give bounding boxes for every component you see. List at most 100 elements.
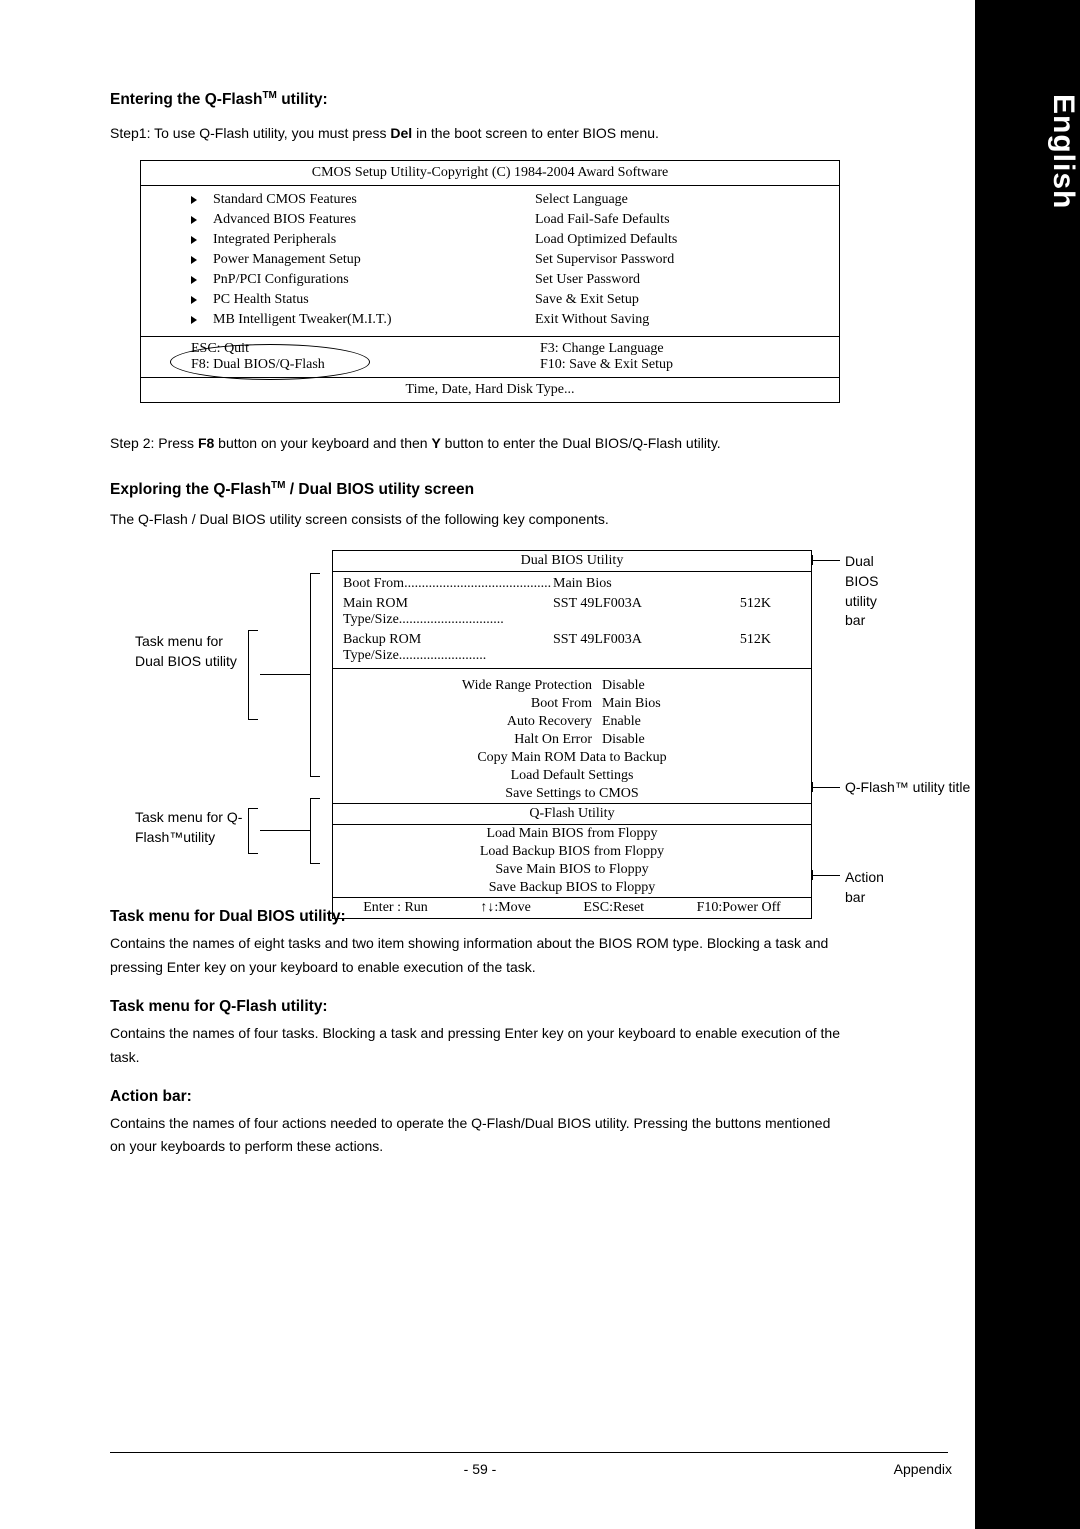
callout-action-bar: Action bar [845,868,884,907]
bios-title: CMOS Setup Utility-Copyright (C) 1984-20… [141,161,839,185]
opt-val: Main Bios [602,696,712,712]
info-value: SST 49LF003A [553,632,711,664]
appendix-label: Appendix [894,1461,952,1477]
qflash-item[interactable]: Load Backup BIOS from Floppy [333,843,811,861]
opt-val: Disable [602,678,712,694]
opt-val: Enable [602,714,712,730]
step1-prefix: Step1: To use Q-Flash utility, you must … [110,125,390,141]
sec3-head: Action bar: [110,1088,840,1106]
step2-suffix: button to enter the Dual BIOS/Q-Flash ut… [441,435,721,451]
bracket-small [248,808,258,854]
bios-right-item[interactable]: Load Fail-Safe Defaults [535,210,819,230]
opt-key[interactable]: Auto Recovery [432,714,602,730]
step1-text: Step1: To use Q-Flash utility, you must … [110,123,840,144]
connector-tick [812,555,813,565]
info-size: 512K [711,632,771,664]
step2-mid: button on your keyboard and then [214,435,431,451]
side-language-strip [975,0,1080,1529]
bios-hint: F3: Change Language [540,341,819,357]
sec3-body: Contains the names of four actions neede… [110,1112,840,1160]
connector-line [812,787,840,788]
utility-diagram: Dual BIOS Utility Boot From.............… [100,550,840,890]
bios-left-item[interactable]: Advanced BIOS Features [213,212,356,227]
opt-key[interactable]: Wide Range Protection [432,678,602,694]
bios-left-item[interactable]: MB Intelligent Tweaker(M.I.T.) [213,312,392,327]
exploring-desc: The Q-Flash / Dual BIOS utility screen c… [110,509,840,530]
heading-exploring-suffix: / Dual BIOS utility screen [286,481,475,498]
bracket [310,798,320,864]
bios-footer: Time, Date, Hard Disk Type... [141,378,839,402]
qflash-title: Q-Flash Utility [333,804,811,824]
bios-left-item[interactable]: PnP/PCI Configurations [213,272,349,287]
callout-qtitle-bar: Q-Flash™ utility title bar [845,778,1005,798]
callout-dual-bar: Dual BIOS utility bar [845,552,878,630]
cmd-item[interactable]: Save Settings to CMOS [333,785,811,803]
cmd-item[interactable]: Load Default Settings [333,767,811,785]
tm-sup: TM [262,90,276,101]
dual-bios-title: Dual BIOS Utility [333,551,811,571]
highlight-oval [170,344,370,380]
qflash-item[interactable]: Save Backup BIOS to Floppy [333,879,811,897]
opt-key[interactable]: Halt On Error [432,732,602,748]
connector-tick [812,870,813,880]
step2-key1: F8 [198,435,214,451]
sec1-body: Contains the names of eight tasks and tw… [110,932,840,980]
qflash-item[interactable]: Save Main BIOS to Floppy [333,861,811,879]
language-label: English [975,94,1080,209]
tm-sup: TM [271,480,285,491]
bios-right-item[interactable]: Exit Without Saving [535,310,819,330]
triangle-icon [191,196,197,204]
cmd-item[interactable]: Copy Main ROM Data to Backup [333,749,811,767]
callout-dual-menu: Task menu for Dual BIOS utility [135,632,245,671]
connector-line [260,674,310,675]
bios-left-item[interactable]: PC Health Status [213,292,309,307]
footer-rule [110,1452,948,1453]
connector-line [812,560,840,561]
bracket-small [248,630,258,720]
bios-hint: F10: Save & Exit Setup [540,357,819,373]
triangle-icon [191,256,197,264]
action-item: ESC:Reset [583,900,644,916]
connector-line [260,830,310,831]
connector-line [812,875,840,876]
triangle-icon [191,276,197,284]
heading-entering: Entering the Q-FlashTM utility: [110,90,840,109]
step1-key: Del [390,125,412,141]
action-item: F10:Power Off [697,900,781,916]
info-label: Boot From [343,576,404,591]
heading-exploring: Exploring the Q-FlashTM / Dual BIOS util… [110,480,840,499]
info-value: SST 49LF003A [553,596,711,628]
step2-text: Step 2: Press F8 button on your keyboard… [110,433,840,454]
bios-right-item[interactable]: Save & Exit Setup [535,290,819,310]
info-label: Backup ROM Type/Size [343,632,421,663]
info-label: Main ROM Type/Size [343,596,408,627]
triangle-icon [191,216,197,224]
bios-left-col: Standard CMOS Features Advanced BIOS Fea… [141,190,495,330]
step2-key2: Y [431,435,440,451]
bios-right-item[interactable]: Select Language [535,190,819,210]
heading-entering-text: Entering the Q-Flash [110,91,262,108]
bios-right-item[interactable]: Load Optimized Defaults [535,230,819,250]
bios-left-item[interactable]: Power Management Setup [213,252,361,267]
opt-val: Disable [602,732,712,748]
info-size: 512K [711,596,771,628]
qflash-item[interactable]: Load Main BIOS from Floppy [333,825,811,843]
bios-right-col: Select Language Load Fail-Safe Defaults … [495,190,839,330]
action-bar-row: Enter : Run ↑↓:Move ESC:Reset F10:Power … [333,898,811,918]
utility-box: Dual BIOS Utility Boot From.............… [332,550,812,919]
bios-left-item[interactable]: Standard CMOS Features [213,192,357,207]
action-item: Enter : Run [363,900,428,916]
triangle-icon [191,316,197,324]
sec2-head: Task menu for Q-Flash utility: [110,998,840,1016]
sec2-body: Contains the names of four tasks. Blocki… [110,1022,840,1070]
heading-entering-suffix: utility: [277,91,328,108]
bracket [310,573,320,777]
bios-right-item[interactable]: Set Supervisor Password [535,250,819,270]
action-item: ↑↓:Move [480,900,531,916]
step1-suffix: in the boot screen to enter BIOS menu. [412,125,659,141]
triangle-icon [191,236,197,244]
opt-key[interactable]: Boot From [432,696,602,712]
bios-right-item[interactable]: Set User Password [535,270,819,290]
info-value: Main Bios [553,576,711,592]
bios-left-item[interactable]: Integrated Peripherals [213,232,336,247]
